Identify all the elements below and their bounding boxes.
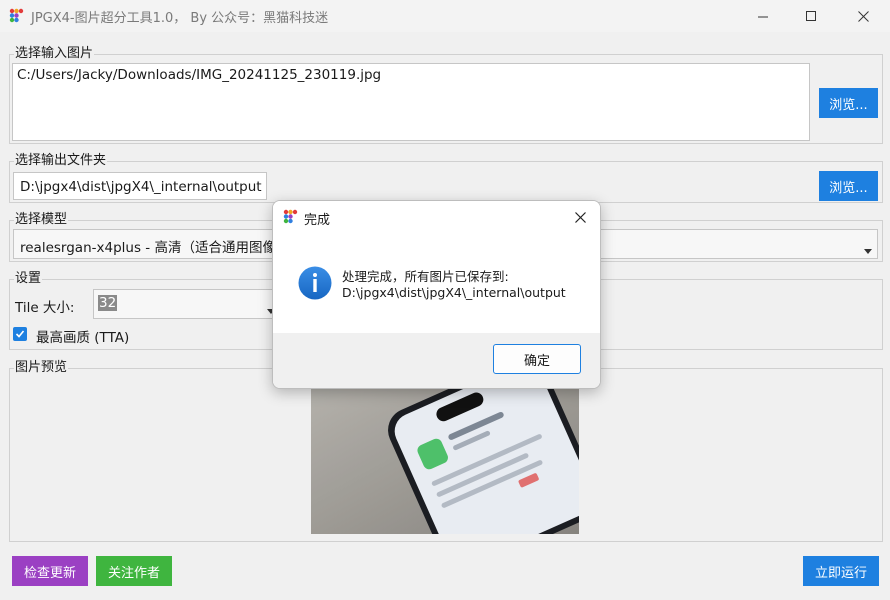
output-path-value: D:\jpgx4\dist\jpgX4\_internal\output xyxy=(20,179,262,195)
preview-label: 图片预览 xyxy=(14,360,69,376)
dialog-close-icon xyxy=(574,211,586,223)
check-icon xyxy=(15,330,25,338)
dialog-ok-label: 确定 xyxy=(523,353,550,369)
check-update-button[interactable]: 检查更新 xyxy=(12,556,88,586)
model-label: 选择模型 xyxy=(14,212,69,228)
dialog-message-line2: D:\jpgx4\dist\jpgX4\_internal\output xyxy=(342,285,566,300)
dialog-title: 完成 xyxy=(304,213,331,228)
browse-input-label: 浏览... xyxy=(829,97,868,113)
minimize-icon xyxy=(757,16,768,17)
phone-photo-icon xyxy=(311,389,579,534)
input-image-label: 选择输入图片 xyxy=(14,46,95,62)
preview-image xyxy=(311,389,579,534)
input-path-value: C:/Users/Jacky/Downloads/IMG_20241125_23… xyxy=(17,67,382,83)
dialog-message-line1: 处理完成，所有图片已保存到: xyxy=(342,269,509,284)
completion-dialog: 完成 处理完成，所有图片已保存到: D:\jpgx4\dist\jpgX4\_i… xyxy=(272,200,601,389)
dialog-title-bar: 完成 xyxy=(273,201,600,233)
follow-author-label: 关注作者 xyxy=(107,565,160,581)
browse-output-button[interactable]: 浏览... xyxy=(819,171,878,201)
output-path-input[interactable]: D:\jpgx4\dist\jpgX4\_internal\output xyxy=(13,172,267,200)
input-path-textarea[interactable]: C:/Users/Jacky/Downloads/IMG_20241125_23… xyxy=(12,63,810,141)
title-bar: JPGX4-图片超分工具1.0， By 公众号：黑猫科技迷 xyxy=(0,0,890,32)
tile-size-value: 32 xyxy=(98,295,118,311)
output-folder-label: 选择输出文件夹 xyxy=(14,153,108,169)
settings-label: 设置 xyxy=(14,271,43,287)
follow-author-button[interactable]: 关注作者 xyxy=(96,556,172,586)
app-logo-icon xyxy=(9,8,24,23)
check-update-label: 检查更新 xyxy=(23,565,76,581)
model-selected-value: realesrgan-x4plus - 高清（适合通用图像) xyxy=(20,240,282,256)
run-now-button[interactable]: 立即运行 xyxy=(803,556,879,586)
tta-checkbox[interactable] xyxy=(13,327,27,341)
window-title: JPGX4-图片超分工具1.0， By 公众号：黑猫科技迷 xyxy=(31,11,329,26)
dialog-close-button[interactable] xyxy=(569,207,591,227)
tile-size-label: Tile 大小: xyxy=(15,300,75,316)
run-now-label: 立即运行 xyxy=(814,565,867,581)
chevron-down-icon xyxy=(864,249,872,254)
maximize-icon xyxy=(805,10,816,21)
tile-size-select[interactable]: 32 xyxy=(93,289,281,319)
browse-input-button[interactable]: 浏览... xyxy=(819,88,878,118)
browse-output-label: 浏览... xyxy=(829,180,868,196)
close-icon xyxy=(857,10,869,22)
tta-label: 最高画质 (TTA) xyxy=(36,330,130,346)
dialog-app-logo-icon xyxy=(283,209,298,224)
maximize-button[interactable] xyxy=(788,0,834,32)
minimize-button[interactable] xyxy=(740,0,786,32)
close-button[interactable] xyxy=(840,0,886,32)
info-icon xyxy=(298,266,332,300)
dialog-ok-button[interactable]: 确定 xyxy=(493,344,581,374)
